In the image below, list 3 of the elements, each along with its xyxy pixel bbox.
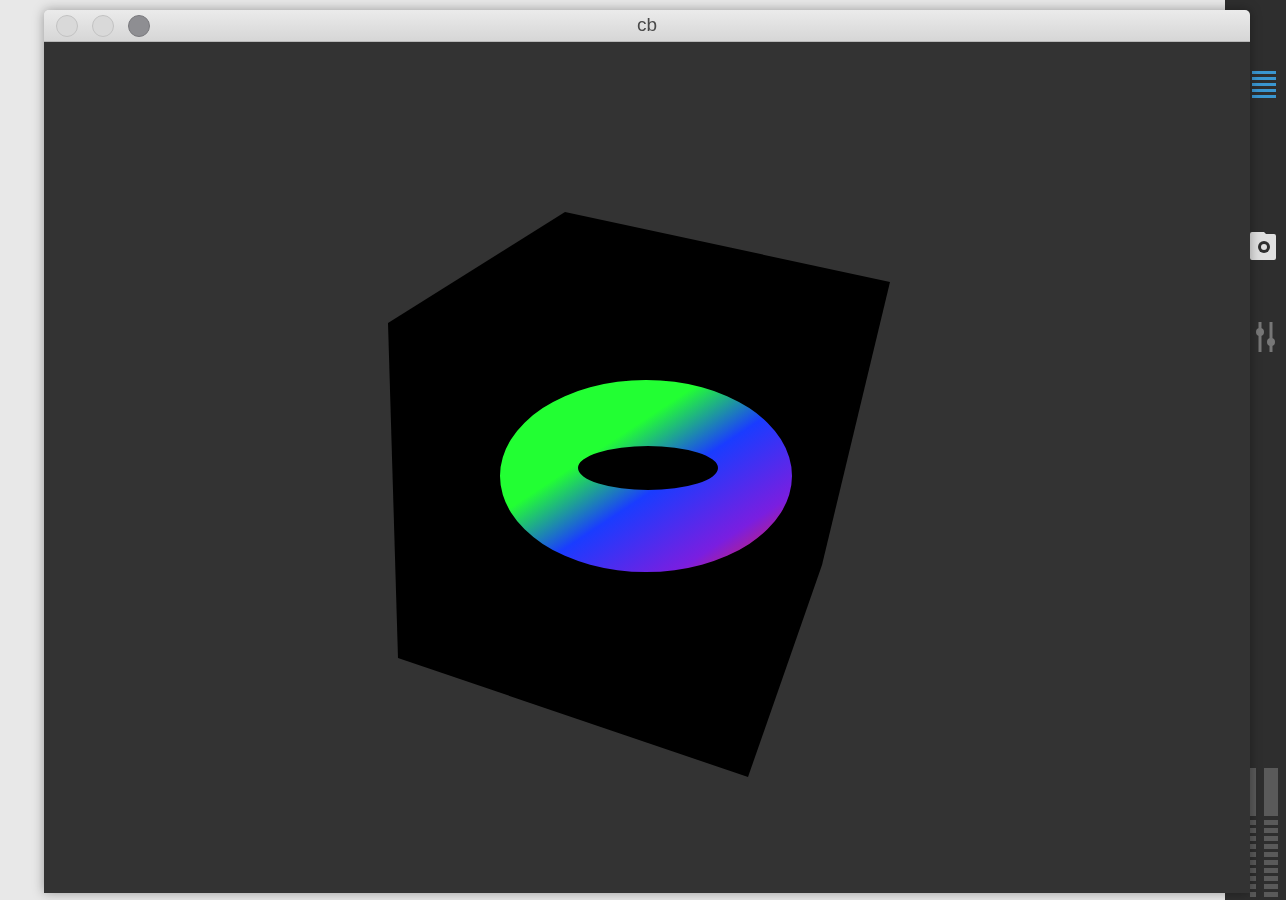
window-title: cb bbox=[636, 13, 658, 38]
zoom-button[interactable] bbox=[128, 15, 150, 37]
list-icon[interactable] bbox=[1252, 70, 1276, 100]
